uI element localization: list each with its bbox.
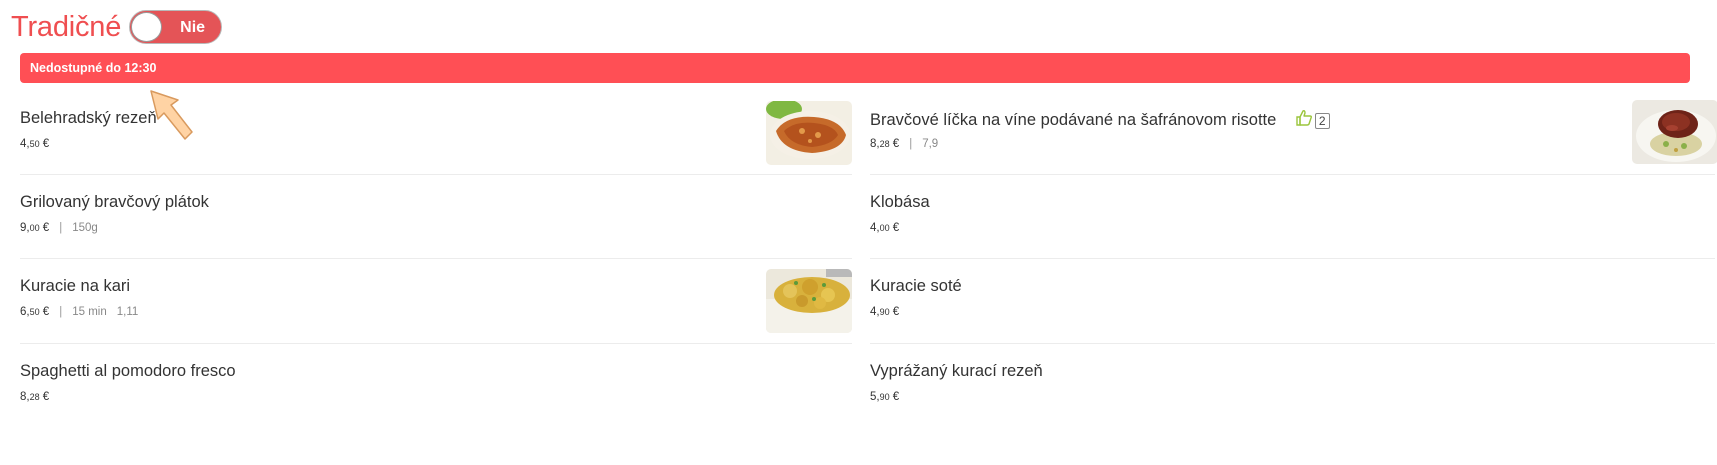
pointer-arrow-icon	[148, 88, 196, 153]
menu-item[interactable]: Kuracie na kari 6,50 € | 15 min 1,11	[20, 267, 852, 359]
item-meta: 4,90 €	[870, 306, 899, 318]
item-photo[interactable]	[766, 269, 852, 333]
category-title: Tradičné	[11, 10, 122, 43]
category-toggle[interactable]: Nie	[129, 10, 223, 44]
availability-text: Nedostupné do 12:30	[30, 61, 157, 75]
row-divider	[870, 174, 1715, 175]
item-name[interactable]: Bravčové líčka na víne podávané na šafrá…	[870, 111, 1276, 129]
meta-separator: |	[59, 306, 63, 318]
item-meta: 4,00 €	[870, 222, 899, 234]
item-weight: 150g	[72, 222, 98, 234]
row-divider	[870, 343, 1715, 344]
item-prep-time: 15 min	[72, 306, 107, 318]
item-name[interactable]: Belehradský rezeň	[20, 109, 157, 128]
row-divider	[20, 258, 852, 259]
item-meta: 6,50 € | 15 min 1,11	[20, 306, 138, 318]
like-control[interactable]: 2	[1295, 109, 1330, 132]
row-divider	[20, 174, 852, 175]
item-meta: 8,28 € | 7,9	[870, 138, 938, 150]
toggle-knob[interactable]	[131, 12, 163, 42]
like-count: 2	[1314, 112, 1330, 129]
item-price: 6,50 €	[20, 306, 50, 318]
item-name[interactable]: Vyprážaný kurací rezeň	[870, 362, 1043, 381]
category-header: Tradičné Nie	[11, 8, 223, 46]
row-divider	[20, 343, 852, 344]
item-price: 4,90 €	[870, 306, 900, 318]
item-price: 4,50 €	[20, 138, 50, 150]
item-name[interactable]: Klobása	[870, 193, 930, 212]
item-meta: 4,50 €	[20, 138, 49, 150]
availability-banner: Nedostupné do 12:30	[20, 53, 1690, 83]
meta-separator: |	[909, 138, 913, 150]
menu-item[interactable]: Bravčové líčka na víne podávané na šafrá…	[870, 99, 1717, 191]
item-meta: 9,00 € | 150g	[20, 222, 98, 234]
menu-item[interactable]: Grilovaný bravčový plátok 9,00 € | 150g	[20, 183, 852, 275]
row-divider	[870, 258, 1715, 259]
item-price: 5,90 €	[870, 391, 900, 403]
item-name-wrap: Bravčové líčka na víne podávané na šafrá…	[870, 109, 1330, 132]
item-photo[interactable]	[766, 101, 852, 165]
item-price: 8,28 €	[20, 391, 50, 403]
menu-item[interactable]: Vyprážaný kurací rezeň 5,90 €	[870, 352, 1702, 444]
thumbs-up-icon[interactable]	[1295, 109, 1313, 132]
menu-item[interactable]: Kuracie soté 4,90 €	[870, 267, 1715, 359]
item-rating: 7,9	[922, 138, 939, 150]
item-name[interactable]: Kuracie na kari	[20, 277, 130, 296]
menu-item[interactable]: Belehradský rezeň 4,50 €	[20, 99, 852, 191]
item-photo[interactable]	[1632, 100, 1717, 164]
item-price: 9,00 €	[20, 222, 50, 234]
menu-item[interactable]: Spaghetti al pomodoro fresco 8,28 €	[20, 352, 852, 444]
item-extra-value: 1,11	[116, 306, 139, 318]
menu-item[interactable]: Klobása 4,00 €	[870, 183, 1715, 275]
toggle-label: Nie	[180, 19, 206, 36]
item-name[interactable]: Grilovaný bravčový plátok	[20, 193, 209, 212]
item-meta: 5,90 €	[870, 391, 899, 403]
meta-separator: |	[59, 222, 63, 234]
item-name[interactable]: Spaghetti al pomodoro fresco	[20, 362, 236, 381]
item-name[interactable]: Kuracie soté	[870, 277, 962, 296]
item-price: 4,00 €	[870, 222, 900, 234]
item-meta: 8,28 €	[20, 391, 49, 403]
item-price: 8,28 €	[870, 138, 900, 150]
